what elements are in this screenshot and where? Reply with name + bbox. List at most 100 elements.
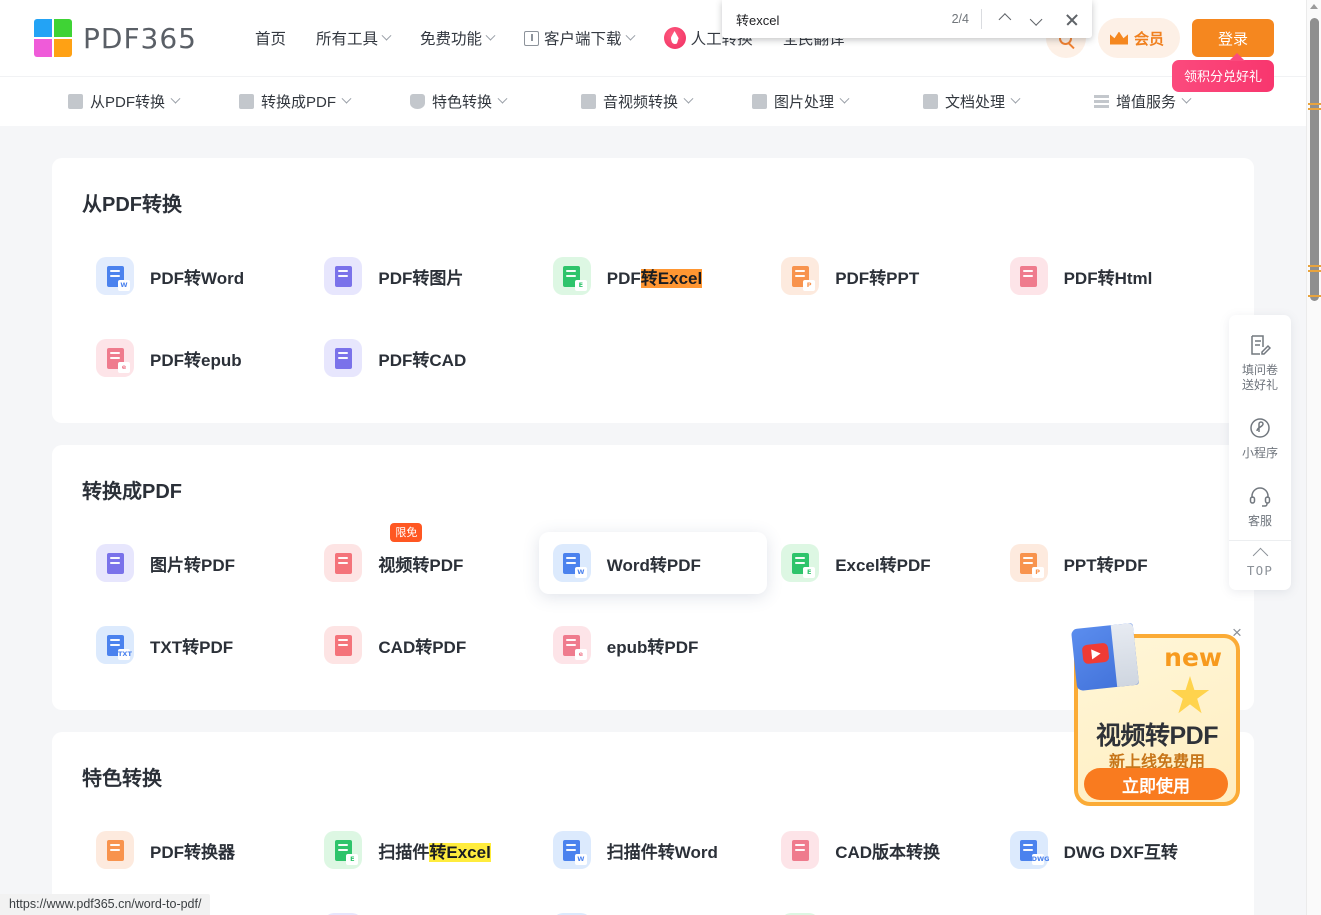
doc-icon bbox=[923, 94, 938, 109]
tool-file-icon bbox=[96, 831, 134, 869]
tool-label: PDF转CAD bbox=[378, 350, 467, 370]
tool-item[interactable]: 图片转PDF bbox=[82, 532, 310, 594]
chevron-down-icon bbox=[1181, 93, 1192, 104]
tool-item[interactable]: CAD版本转换 bbox=[767, 819, 995, 881]
login-button[interactable]: 登录 bbox=[1192, 19, 1274, 57]
find-next-button[interactable] bbox=[1020, 2, 1054, 36]
tool-item[interactable]: PDF转换器 bbox=[82, 819, 310, 881]
subnav-item-featured[interactable]: 特色转换 bbox=[410, 91, 581, 112]
scroll-up-arrow-icon[interactable] bbox=[1310, 4, 1318, 9]
tool-item[interactable]: W Word转PDF bbox=[538, 532, 768, 594]
subnav-item-image[interactable]: 图片处理 bbox=[752, 91, 923, 112]
tool-file-icon: W bbox=[96, 257, 134, 295]
tool-label: 视频转PDF bbox=[378, 555, 464, 575]
tool-file-icon: e bbox=[552, 626, 591, 664]
tool-item[interactable]: e PDF转epub bbox=[82, 327, 310, 389]
rail-item-label-1: 填问卷 bbox=[1241, 363, 1278, 377]
chevron-down-icon bbox=[683, 93, 694, 104]
tool-format-tag: P bbox=[1031, 567, 1044, 578]
chevron-up-icon bbox=[998, 12, 1011, 26]
nav-item-client-download[interactable]: 客户端下载 bbox=[524, 27, 636, 49]
tool-item[interactable]: DWFCAD转DWF bbox=[310, 901, 538, 915]
subnav-item-media[interactable]: 音视频转换 bbox=[581, 91, 752, 112]
find-previous-button[interactable] bbox=[986, 2, 1020, 36]
promo-popup: new 视频转PDF 新上线免费用 立即使用 × bbox=[1062, 620, 1248, 810]
subnav-item-label: 图片处理 bbox=[774, 94, 835, 111]
scrollbar-match-marker bbox=[1308, 295, 1321, 297]
scrollbar-match-marker bbox=[1308, 108, 1321, 110]
section-title: 转换成PDF bbox=[82, 481, 182, 503]
tool-label: TXT转PDF bbox=[150, 637, 234, 657]
tool-label: PPT转PDF bbox=[1063, 555, 1148, 575]
nav-item-label: 免费功能 bbox=[420, 31, 483, 48]
image-icon bbox=[752, 94, 767, 109]
nav-item-label: 所有工具 bbox=[316, 31, 379, 48]
tool-format-tag: P bbox=[803, 280, 816, 291]
tools-grid: W PDF转Word PDF转图片 E PDF转Excel P PDF转PPT PDF转Htm… bbox=[82, 245, 1224, 389]
tool-item[interactable]: W 扫描件转Word bbox=[539, 819, 767, 881]
tool-item[interactable]: E Excel转PDF bbox=[767, 532, 995, 594]
media-icon bbox=[581, 94, 596, 109]
tool-format-tag: E bbox=[574, 280, 587, 291]
chevron-down-icon bbox=[485, 30, 496, 41]
download-icon bbox=[524, 30, 540, 46]
tool-item[interactable]: e epub转PDF bbox=[539, 614, 767, 676]
tool-item[interactable]: CAD转PDF bbox=[310, 614, 538, 676]
subnav-item-value-added[interactable]: 增值服务 bbox=[1094, 91, 1265, 112]
tool-item[interactable]: TXT TXT转PDF bbox=[82, 614, 310, 676]
subnav-item-label: 特色转换 bbox=[432, 94, 493, 111]
floating-side-rail: 填问卷 送好礼 小程序 客服 TOP bbox=[1229, 315, 1291, 590]
tool-item[interactable]: 视频转PDF 限免 bbox=[310, 523, 538, 594]
back-to-top-button[interactable]: TOP bbox=[1229, 540, 1291, 590]
subnav-item-document[interactable]: 文档处理 bbox=[923, 91, 1094, 112]
lines-icon bbox=[1094, 94, 1109, 109]
tool-format-tag: e bbox=[118, 362, 130, 373]
chevron-down-icon bbox=[170, 93, 181, 104]
close-icon[interactable]: × bbox=[1228, 624, 1246, 642]
tool-item[interactable]: DWG DWG DXF互转 bbox=[996, 819, 1224, 881]
promo-new-badge: new bbox=[1164, 643, 1222, 672]
tool-label: PDF转PPT bbox=[835, 268, 920, 288]
nav-item-home[interactable]: 首页 bbox=[255, 27, 286, 49]
tool-file-icon: E bbox=[552, 257, 591, 295]
rail-item-miniprogram[interactable]: 小程序 bbox=[1229, 404, 1291, 472]
logo-mark-icon bbox=[34, 19, 72, 57]
tool-item[interactable]: Word转图片 bbox=[539, 901, 767, 915]
promo-cta-button[interactable]: 立即使用 bbox=[1084, 768, 1228, 800]
tool-file-icon bbox=[324, 339, 363, 377]
subnav-item-from-pdf[interactable]: 从PDF转换 bbox=[68, 91, 239, 112]
find-input[interactable] bbox=[736, 11, 952, 27]
rail-item-survey[interactable]: 填问卷 送好礼 bbox=[1229, 321, 1291, 404]
scrollbar-thumb[interactable] bbox=[1310, 18, 1319, 301]
subnav-item-to-pdf[interactable]: 转换成PDF bbox=[239, 91, 410, 112]
tool-item[interactable]: E PDF转Excel bbox=[539, 245, 767, 307]
tool-item[interactable]: PDF转图片 bbox=[310, 245, 538, 307]
tool-label: Excel转PDF bbox=[835, 555, 931, 575]
tool-format-tag: E bbox=[803, 567, 816, 578]
find-separator bbox=[981, 9, 982, 29]
nav-item-free-features[interactable]: 免费功能 bbox=[420, 27, 496, 49]
tool-item[interactable]: P PDF转PPT bbox=[767, 245, 995, 307]
find-close-button[interactable] bbox=[1054, 2, 1088, 36]
rail-item-label-1: 客服 bbox=[1247, 514, 1272, 528]
rail-item-support[interactable]: 客服 bbox=[1229, 472, 1291, 540]
logo[interactable]: PDF365 bbox=[34, 19, 197, 57]
tool-item[interactable]: W PDF转Word bbox=[82, 245, 310, 307]
tool-item[interactable]: PDF转CAD bbox=[310, 327, 538, 389]
nav-item-all-tools[interactable]: 所有工具 bbox=[316, 27, 392, 49]
chevron-down-icon bbox=[625, 30, 636, 41]
member-button[interactable]: 会员 bbox=[1097, 18, 1180, 58]
category-nav: 从PDF转换 转换成PDF 特色转换 音视频转换 图片处理 文档处理 增值服务 bbox=[0, 76, 1306, 126]
tool-item[interactable]: P PPT转PDF bbox=[996, 532, 1224, 594]
tool-label: PDF转Word bbox=[150, 268, 245, 288]
tool-item[interactable]: E 扫描件转Excel bbox=[310, 819, 538, 881]
tool-item[interactable]: EWord转Excel bbox=[767, 901, 995, 915]
video-book-icon bbox=[1070, 622, 1140, 692]
page-viewport: PDF365 首页 所有工具 免费功能 客户端下载 人工转换 全民翻译 会员 登… bbox=[0, 0, 1306, 915]
page-scrollbar[interactable] bbox=[1306, 0, 1321, 915]
scrollbar-match-marker bbox=[1308, 103, 1321, 105]
tool-file-icon: W bbox=[552, 831, 591, 869]
site-header: PDF365 首页 所有工具 免费功能 客户端下载 人工转换 全民翻译 会员 登… bbox=[0, 0, 1306, 92]
points-tooltip[interactable]: 领积分兑好礼 bbox=[1171, 53, 1274, 92]
tool-item[interactable]: PDF转Html bbox=[996, 245, 1224, 307]
